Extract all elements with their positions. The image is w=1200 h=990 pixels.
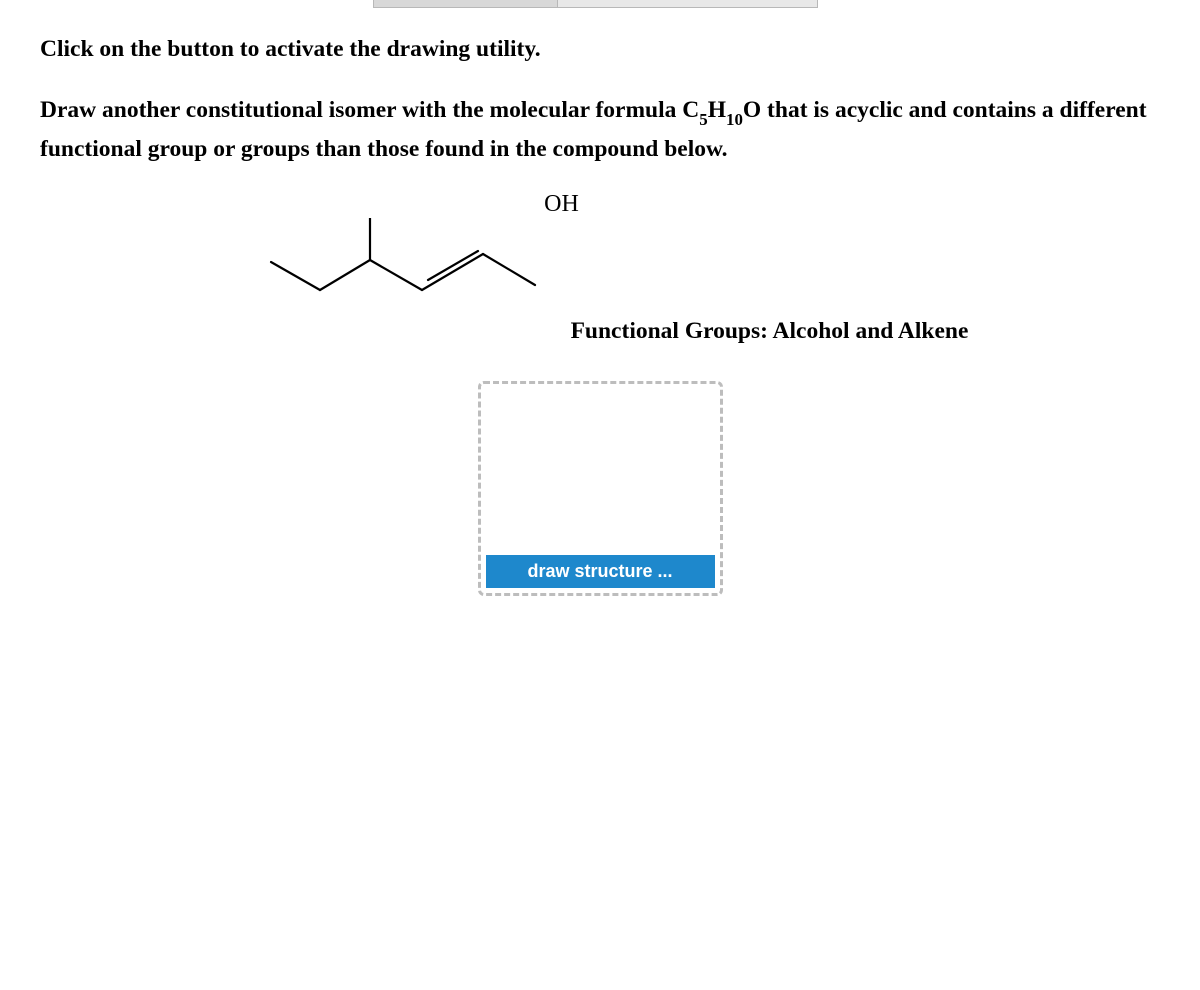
molecule-structure-icon (257, 218, 567, 318)
functional-groups-text: Functional Groups: Alcohol and Alkene (571, 318, 969, 345)
formula-sub-10: 10 (726, 110, 743, 129)
structure-display: OH Functional Groups: Alcohol and Alkene… (40, 191, 1160, 596)
drawing-canvas-placeholder[interactable]: draw structure ... (478, 381, 723, 596)
instruction-text: Click on the button to activate the draw… (40, 34, 1160, 66)
hydroxyl-label: OH (0, 191, 1160, 218)
content-area: Click on the button to activate the draw… (0, 0, 1200, 596)
question-part1: Draw another constitutional isomer with … (40, 97, 699, 123)
question-text: Draw another constitutional isomer with … (40, 92, 1160, 167)
formula-sub-5: 5 (699, 110, 707, 129)
draw-structure-button[interactable]: draw structure ... (486, 555, 715, 588)
top-tab-bar (373, 0, 818, 8)
top-tab-left (373, 0, 558, 8)
question-part2: H (708, 97, 726, 123)
top-tab-right (558, 0, 818, 8)
